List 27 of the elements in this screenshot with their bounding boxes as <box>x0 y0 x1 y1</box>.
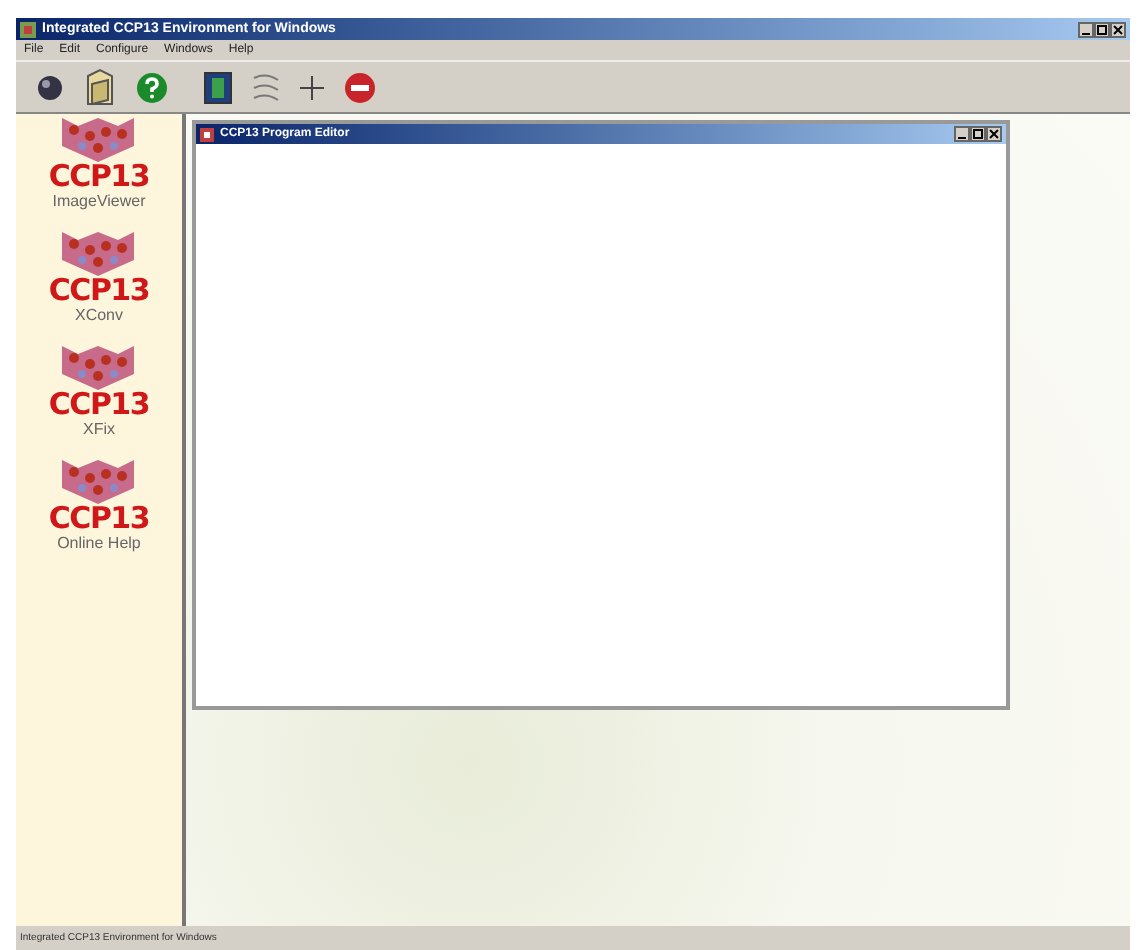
minimize-icon[interactable] <box>1078 21 1094 37</box>
maximize-icon[interactable] <box>1094 21 1110 37</box>
logo-text[interactable]: CCP13 <box>48 162 150 192</box>
close-icon[interactable] <box>1110 21 1126 37</box>
sidebar-item-label[interactable]: Online Help <box>57 534 141 554</box>
logo-text[interactable]: CCP13 <box>48 276 150 306</box>
app-icon <box>20 21 36 37</box>
sphere-icon[interactable] <box>36 73 64 101</box>
sidebar-item-label[interactable]: ImageViewer <box>52 192 146 212</box>
maximize-icon[interactable] <box>970 126 986 142</box>
minimize-icon[interactable] <box>954 126 970 142</box>
crosshair-icon[interactable] <box>300 75 324 99</box>
logo-pattern-icon[interactable] <box>62 460 135 504</box>
logo-pattern-icon[interactable] <box>62 118 135 162</box>
help-icon[interactable] <box>136 71 168 103</box>
logo-text[interactable]: CCP13 <box>48 390 150 420</box>
stop-icon[interactable] <box>344 71 376 103</box>
logo-pattern-icon[interactable] <box>62 232 135 276</box>
logo-text[interactable]: CCP13 <box>48 504 150 534</box>
logo-pattern-icon[interactable] <box>62 346 135 390</box>
sidebar-item-label[interactable]: XConv <box>74 306 123 326</box>
close-icon[interactable] <box>986 126 1002 142</box>
sidebar-item-label[interactable]: XFix <box>82 420 115 440</box>
folder-icon[interactable] <box>84 67 116 107</box>
wavy-lines-icon[interactable] <box>252 71 280 103</box>
panel-icon[interactable] <box>204 71 232 103</box>
editor-app-icon <box>200 127 214 141</box>
